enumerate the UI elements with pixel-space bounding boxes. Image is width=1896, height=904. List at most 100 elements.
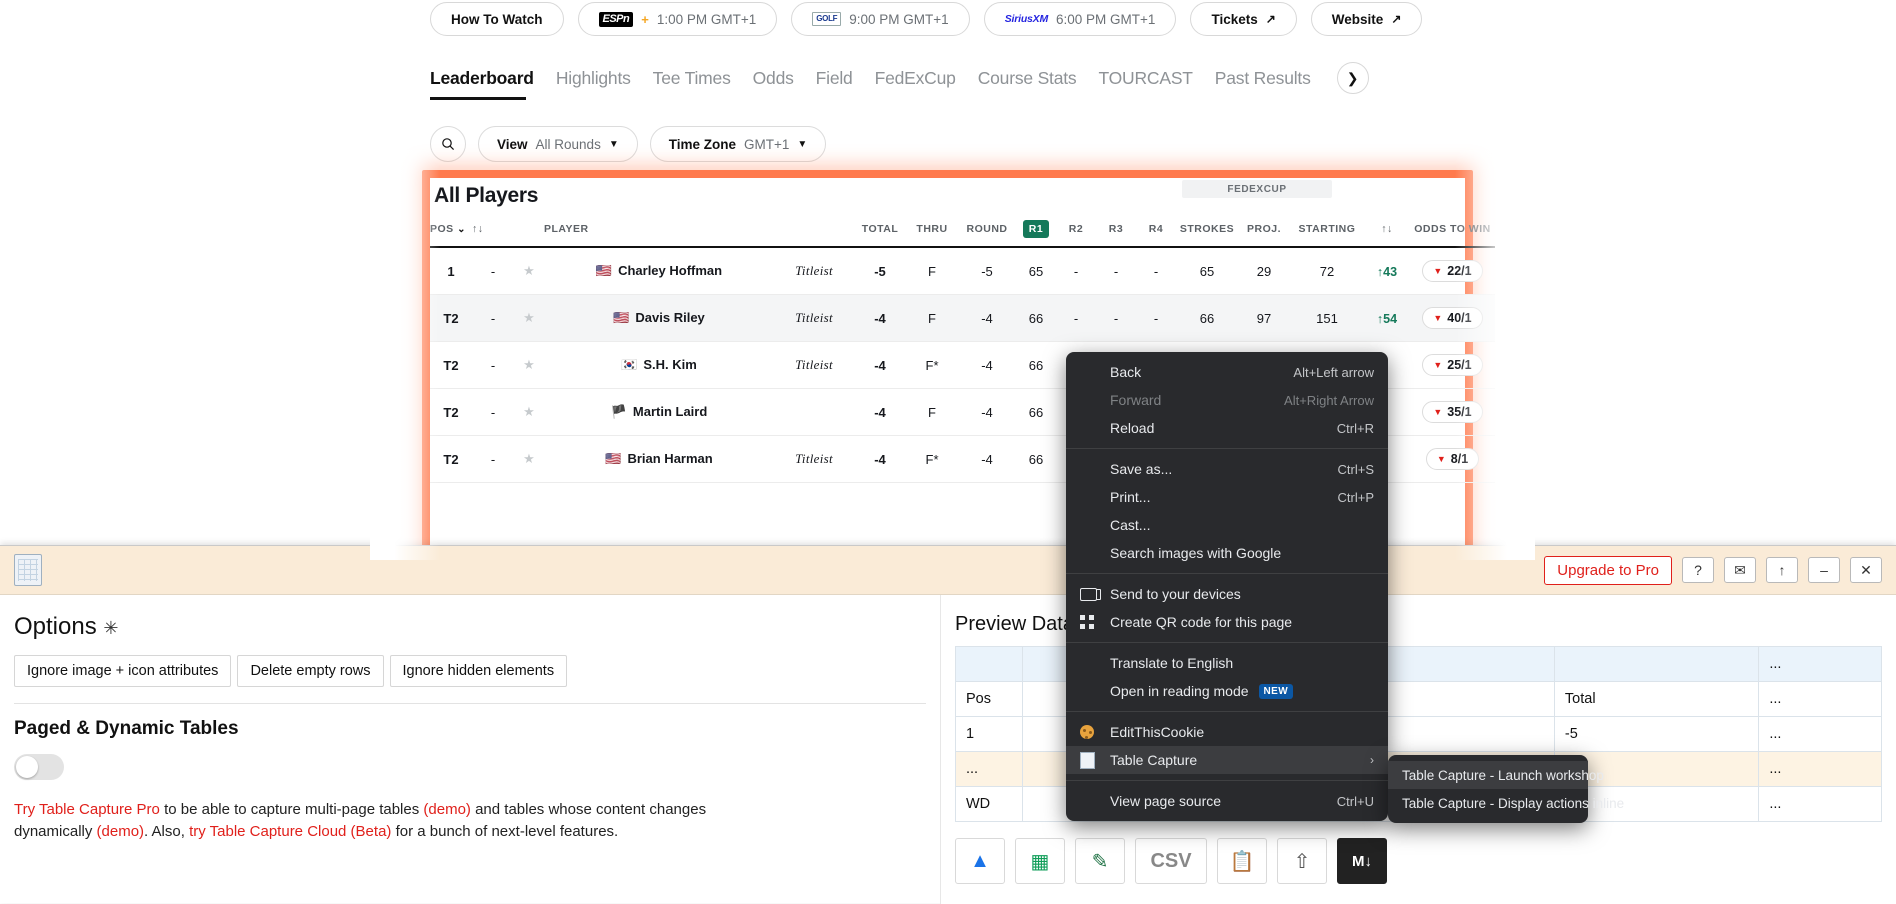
table-capture-submenu: Table Capture - Launch workshop Table Ca… [1388,755,1588,823]
tab-highlights[interactable]: Highlights [556,68,631,89]
minimize-button[interactable]: – [1808,557,1840,583]
menu-item-save-as[interactable]: Save as... Ctrl+S [1066,455,1388,483]
star-icon[interactable]: ★ [514,389,544,436]
tab-past-results[interactable]: Past Results [1215,68,1311,89]
google-sheets-icon[interactable]: ▦ [1015,838,1065,884]
try-table-capture-pro-link[interactable]: Try Table Capture Pro [14,801,160,818]
row-brand: Titleist [774,436,854,483]
menu-item-editthiscookie[interactable]: EditThisCookie [1066,718,1388,746]
chevron-right-icon[interactable]: ❯ [1337,62,1369,94]
menu-item-open-in-reading-mode[interactable]: Open in reading mode NEW [1066,677,1388,705]
csv-icon[interactable]: CSV [1135,838,1207,884]
delete-empty-rows-button[interactable]: Delete empty rows [237,655,383,687]
new-badge: NEW [1259,684,1294,699]
row-odds[interactable]: ▼ 22/1 [1410,247,1495,295]
tab-leaderboard[interactable]: Leaderboard [430,68,534,89]
row-pos: T2 [430,295,472,342]
col-odds-to-win[interactable]: ODDS TO WIN [1410,210,1495,247]
row-pos: T2 [430,436,472,483]
submenu-item-display-actions-inline[interactable]: Table Capture - Display actions inline [1388,789,1588,817]
ignore-image-icon-attributes-button[interactable]: Ignore image + icon attributes [14,655,231,687]
col-round[interactable]: ROUND [958,210,1016,247]
help-button[interactable]: ? [1682,557,1714,583]
submenu-item-launch-workshop[interactable]: Table Capture - Launch workshop [1388,761,1588,789]
col-r3[interactable]: R3 [1096,210,1136,247]
google-drive-icon[interactable]: ▲ [955,838,1005,884]
how-to-watch-button[interactable]: How To Watch [430,2,564,36]
siriusxm-broadcast-button[interactable]: SiriusXM 6:00 PM GMT+1 [984,2,1177,36]
ignore-hidden-elements-button[interactable]: Ignore hidden elements [390,655,568,687]
col-sort[interactable]: ↑↓ [472,210,514,247]
row-odds[interactable]: ▼ 8/1 [1410,436,1495,483]
search-button[interactable] [430,126,466,162]
timezone-dropdown[interactable]: Time Zone GMT+1 ▼ [650,126,827,162]
menu-item-back[interactable]: Back Alt+Left arrow [1066,358,1388,386]
tab-tourcast[interactable]: TOURCAST [1098,68,1192,89]
share-icon[interactable]: ⇧ [1277,838,1327,884]
row-player[interactable]: 🏴󠁧󠁢󟸓𖘾 Martin Laird [544,389,774,436]
row-round: -4 [958,342,1016,389]
col-strokes[interactable]: STROKES [1176,210,1238,247]
row-r1: 66 [1016,295,1056,342]
row-odds[interactable]: ▼ 40/1 [1410,295,1495,342]
star-icon[interactable]: ★ [514,436,544,483]
col-proj[interactable]: PROJ. [1238,210,1290,247]
menu-item-translate-to-english[interactable]: Translate to English [1066,649,1388,677]
menu-item-send-to-your-devices[interactable]: Send to your devices [1066,580,1388,608]
table-capture-cloud-link[interactable]: try Table Capture Cloud (Beta) [189,823,391,840]
copy-icon[interactable]: 📋 [1217,838,1267,884]
view-value: All Rounds [536,137,601,152]
col-player[interactable]: PLAYER [544,210,774,247]
excel-edit-icon[interactable]: ✎ [1075,838,1125,884]
tab-field[interactable]: Field [816,68,853,89]
close-button[interactable]: ✕ [1850,557,1882,583]
star-icon[interactable]: ★ [514,342,544,389]
col-r1[interactable]: R1 [1016,210,1056,247]
upgrade-to-pro-button[interactable]: Upgrade to Pro [1544,556,1672,585]
col-r2[interactable]: R2 [1056,210,1096,247]
row-odds[interactable]: ▼ 35/1 [1410,389,1495,436]
demo-link-2[interactable]: (demo) [97,823,145,840]
tab-course-stats[interactable]: Course Stats [978,68,1077,89]
row-player[interactable]: 🇰🇷 S.H. Kim [544,342,774,389]
row-player[interactable]: 🇺🇸 Charley Hoffman [544,247,774,295]
tab-tee-times[interactable]: Tee Times [653,68,731,89]
tab-fedexcup[interactable]: FedExCup [875,68,956,89]
view-dropdown[interactable]: View All Rounds ▼ [478,126,638,162]
menu-item-reload[interactable]: Reload Ctrl+R [1066,414,1388,442]
paged-dynamic-toggle[interactable] [14,754,64,780]
chevron-down-icon: ⌄ [457,224,466,235]
col-pos[interactable]: POS ⌄ [430,210,472,247]
menu-item-forward: Forward Alt+Right Arrow [1066,386,1388,414]
expand-up-button[interactable]: ↑ [1766,557,1798,583]
col-starting[interactable]: STARTING [1290,210,1364,247]
row-odds[interactable]: ▼ 25/1 [1410,342,1495,389]
col-r4[interactable]: R4 [1136,210,1176,247]
table-row[interactable]: T2 - ★ 🇺🇸 Davis Riley Titleist -4 F -4 66… [430,295,1495,342]
tab-odds[interactable]: Odds [753,68,794,89]
menu-item-search-images-with-google[interactable]: Search images with Google [1066,539,1388,567]
website-button[interactable]: Website ↗ [1311,2,1423,36]
demo-link-1[interactable]: (demo) [423,801,471,818]
menu-item-create-qr-code[interactable]: Create QR code for this page [1066,608,1388,636]
row-player[interactable]: 🇺🇸 Davis Riley [544,295,774,342]
espn-broadcast-button[interactable]: ESPn + 1:00 PM GMT+1 [578,2,778,36]
table-row[interactable]: 1 - ★ 🇺🇸 Charley Hoffman Titleist -5 F -5… [430,247,1495,295]
col-total[interactable]: TOTAL [854,210,906,247]
row-total: -5 [854,247,906,295]
menu-item-cast[interactable]: Cast... [1066,511,1388,539]
row-round: -4 [958,389,1016,436]
col-thru[interactable]: THRU [906,210,958,247]
col-move-sort[interactable]: ↑↓ [1364,210,1410,247]
tickets-button[interactable]: Tickets ↗ [1190,2,1296,36]
menu-item-table-capture[interactable]: Table Capture › [1066,746,1388,774]
menu-item-print[interactable]: Print... Ctrl+P [1066,483,1388,511]
star-icon[interactable]: ★ [514,295,544,342]
golf-channel-broadcast-button[interactable]: GOLF 9:00 PM GMT+1 [791,2,969,36]
mail-icon[interactable]: ✉ [1724,557,1756,583]
menu-item-view-page-source[interactable]: View page source Ctrl+U [1066,787,1388,815]
star-icon[interactable]: ★ [514,247,544,295]
odds-down-icon: ▼ [1437,454,1446,464]
markdown-icon[interactable]: M↓ [1337,838,1387,884]
row-player[interactable]: 🇺🇸 Brian Harman [544,436,774,483]
